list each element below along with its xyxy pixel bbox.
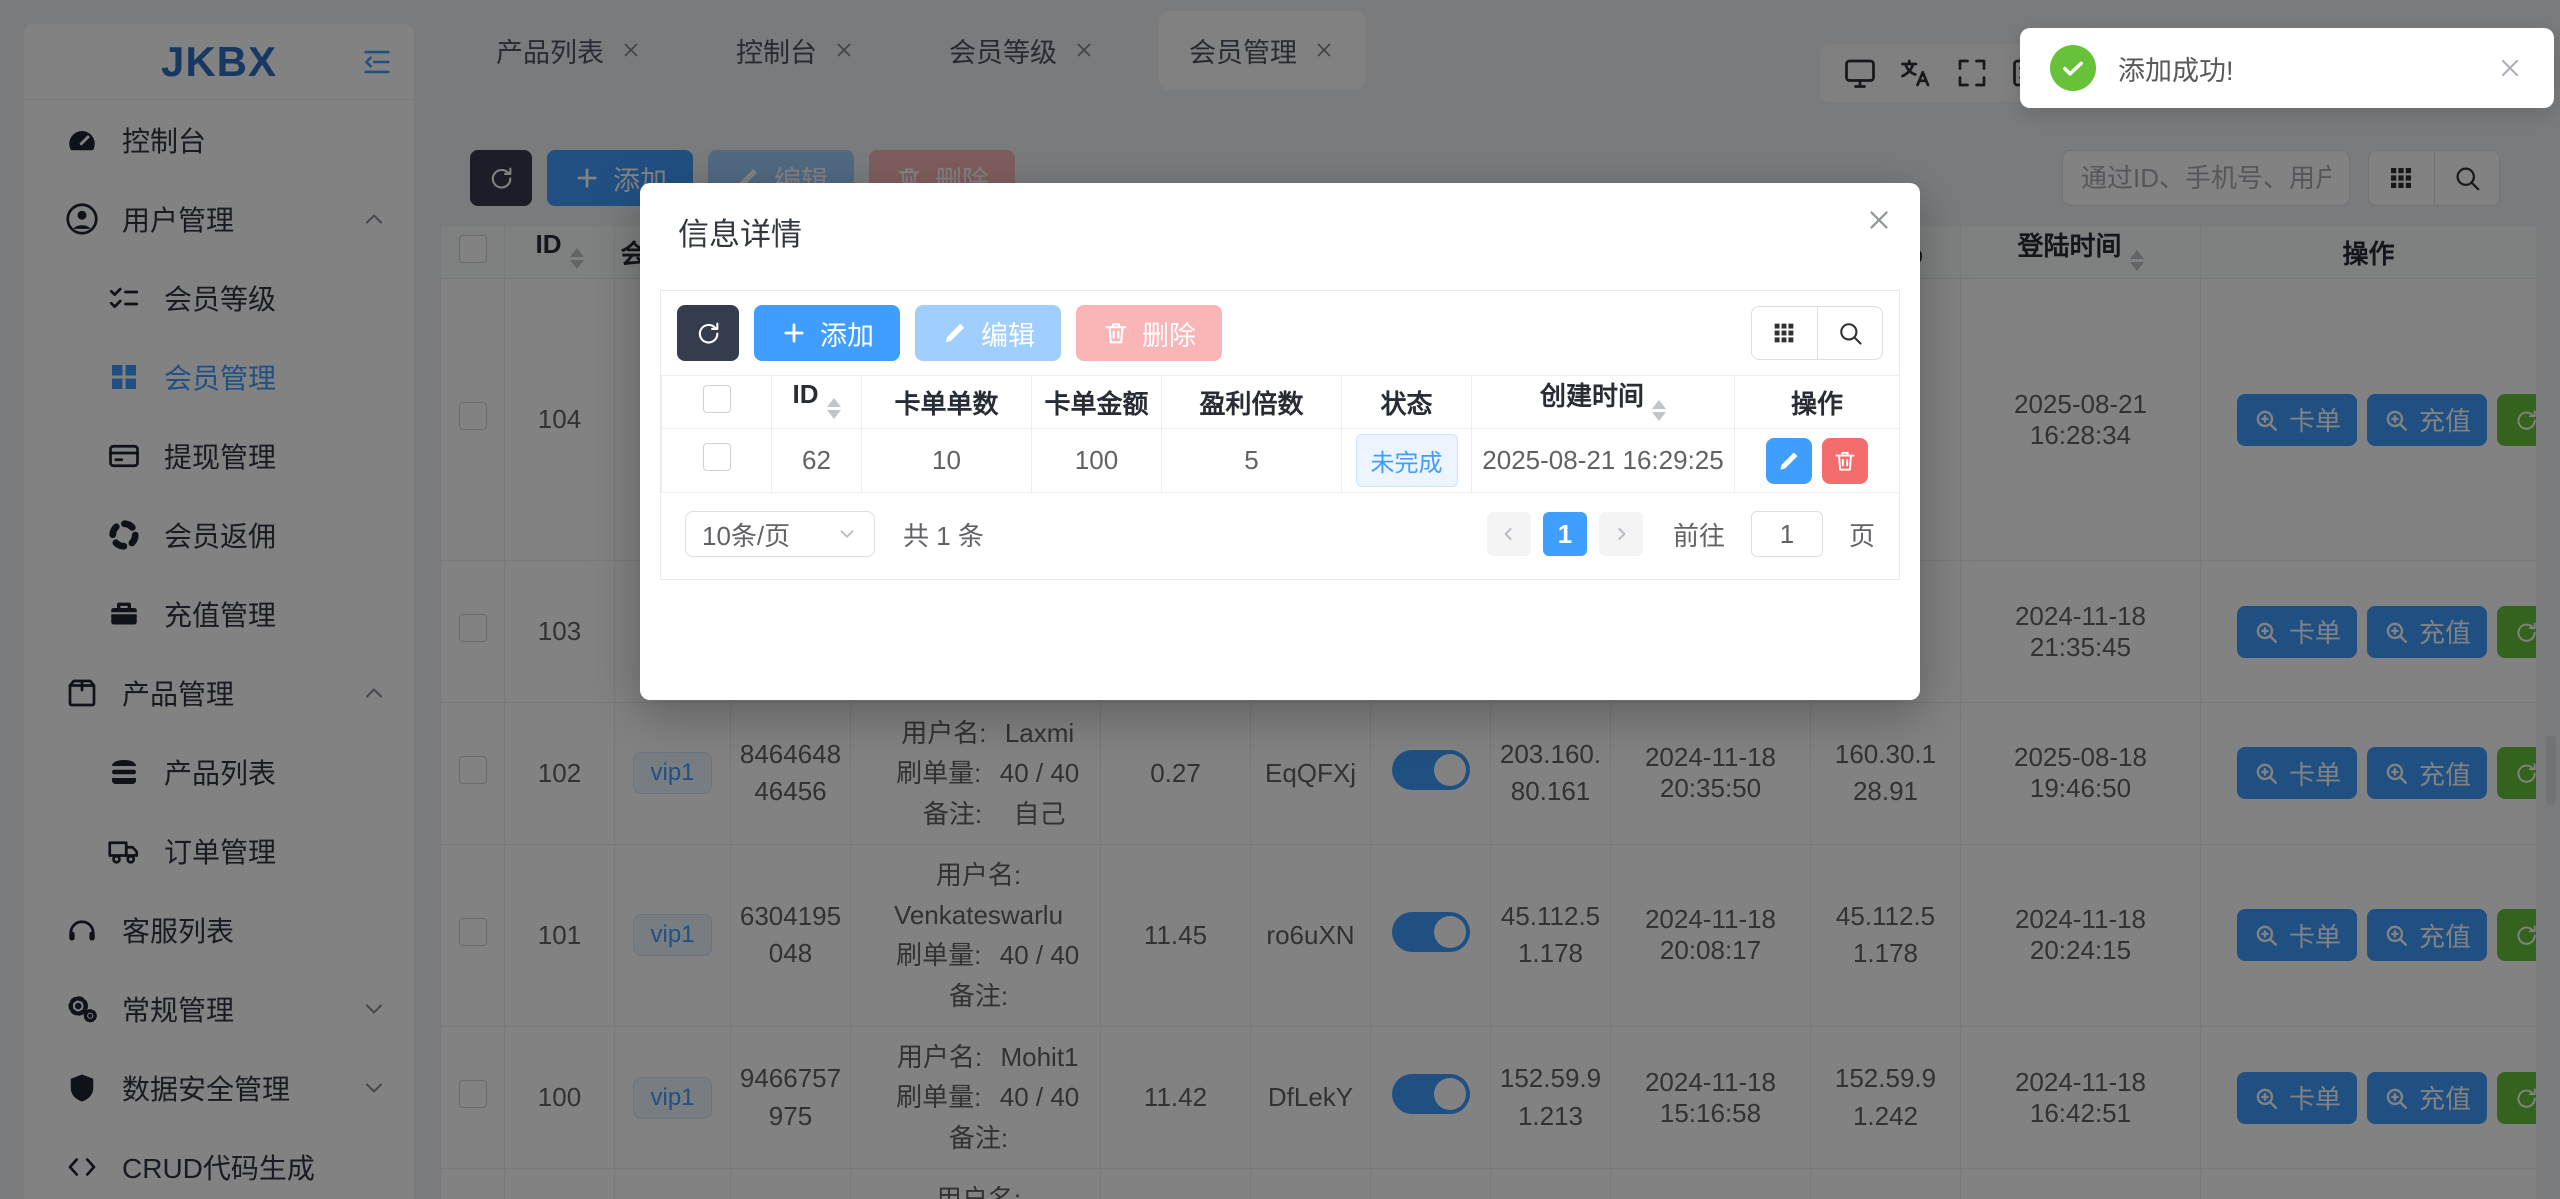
- toast-message: 添加成功!: [2118, 49, 2234, 88]
- row-edit-button[interactable]: [1766, 438, 1812, 484]
- status-badge: 未完成: [1356, 434, 1458, 487]
- modal-search-toggle-button[interactable]: [1817, 307, 1883, 359]
- chevron-down-icon: [836, 523, 858, 545]
- column-header: 状态: [1342, 376, 1472, 429]
- pagination: 10条/页 共 1 条 1 前往 页: [661, 493, 1899, 579]
- chevron-left-icon: [1499, 524, 1519, 544]
- sort-carets-icon[interactable]: [1652, 393, 1666, 428]
- modal-delete-button[interactable]: 删除: [1076, 305, 1222, 361]
- modal-add-label: 添加: [820, 314, 874, 353]
- detail-table-row: 62101005未完成2025-08-21 16:29:25: [662, 429, 1900, 493]
- page-size-value: 10条/页: [702, 516, 790, 553]
- column-header: ID: [772, 376, 862, 429]
- detail-table: ID卡单单数卡单金额盈利倍数状态创建时间操作 62101005未完成2025-0…: [661, 375, 1900, 493]
- detail-table-header: ID卡单单数卡单金额盈利倍数状态创建时间操作: [662, 376, 1900, 429]
- plus-icon: [780, 319, 808, 347]
- prev-page-button[interactable]: [1487, 512, 1531, 556]
- row-delete-button[interactable]: [1822, 438, 1868, 484]
- select-all-checkbox[interactable]: [703, 385, 731, 413]
- modal-title: 信息详情: [678, 209, 802, 254]
- search-icon: [1836, 319, 1864, 347]
- column-header: 卡单单数: [862, 376, 1032, 429]
- trash-icon: [1832, 448, 1858, 474]
- detail-modal: 信息详情 添加 编辑 删除 ID卡单单数卡单金额盈利倍数状态创建时间操作 621…: [640, 183, 1920, 700]
- refresh-icon: [694, 319, 722, 347]
- success-check-icon: [2050, 45, 2096, 91]
- modal-add-button[interactable]: 添加: [754, 305, 900, 361]
- modal-toolbar: 添加 编辑 删除: [661, 291, 1899, 375]
- modal-refresh-button[interactable]: [677, 305, 739, 361]
- column-header: 卡单金额: [1032, 376, 1162, 429]
- modal-close-icon[interactable]: [1864, 205, 1894, 235]
- row-checkbox[interactable]: [703, 443, 731, 471]
- modal-edit-label: 编辑: [981, 314, 1035, 353]
- success-toast: 添加成功!: [2020, 28, 2554, 108]
- modal-table-container: 添加 编辑 删除 ID卡单单数卡单金额盈利倍数状态创建时间操作 62101005…: [660, 290, 1900, 580]
- toast-close-icon[interactable]: [2496, 54, 2524, 82]
- page-unit-label: 页: [1849, 516, 1875, 553]
- column-header: 创建时间: [1472, 376, 1735, 429]
- next-page-button[interactable]: [1599, 512, 1643, 556]
- chevron-right-icon: [1611, 524, 1631, 544]
- goto-page-input[interactable]: [1751, 511, 1823, 557]
- current-page-button[interactable]: 1: [1543, 512, 1587, 556]
- total-count: 共 1 条: [903, 516, 984, 553]
- modal-column-settings-button[interactable]: [1752, 307, 1817, 359]
- header-checkbox-cell: [662, 376, 772, 429]
- column-header: 盈利倍数: [1162, 376, 1342, 429]
- page-size-select[interactable]: 10条/页: [685, 511, 875, 557]
- column-header: 操作: [1735, 376, 1900, 429]
- trash-icon: [1102, 319, 1130, 347]
- pencil-icon: [1776, 448, 1802, 474]
- modal-delete-label: 删除: [1142, 314, 1196, 353]
- modal-edit-button[interactable]: 编辑: [915, 305, 1061, 361]
- goto-label: 前往: [1673, 516, 1725, 553]
- pencil-icon: [941, 319, 969, 347]
- grid-icon: [1770, 319, 1798, 347]
- modal-view-buttons: [1751, 306, 1883, 360]
- sort-carets-icon[interactable]: [827, 391, 841, 426]
